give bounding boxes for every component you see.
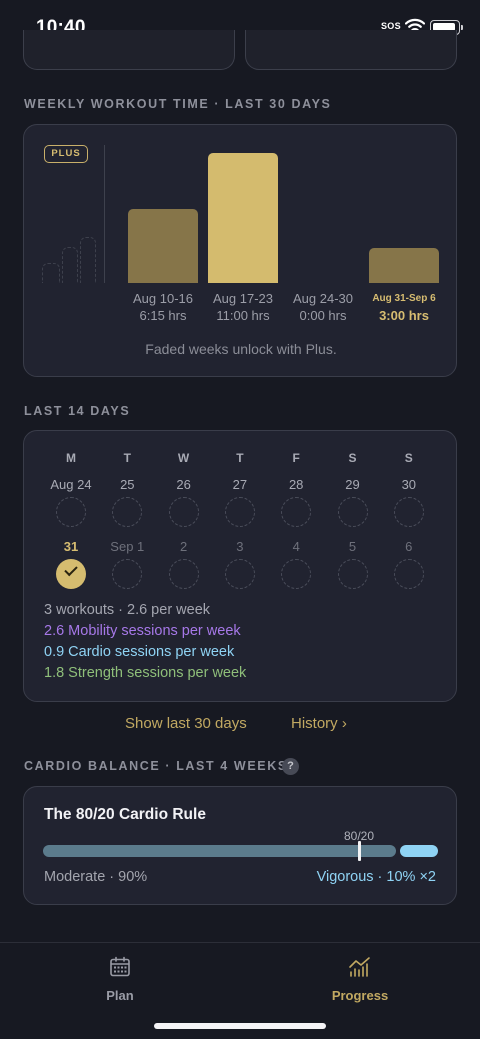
day-circle[interactable] xyxy=(56,497,86,527)
tab-plan-label: Plan xyxy=(106,988,134,1003)
moderate-bar xyxy=(43,845,396,857)
moderate-label: Moderate · 90% xyxy=(44,869,148,885)
calendar-date: Aug 24 xyxy=(50,477,92,492)
week-date: Aug 24-30 xyxy=(293,291,353,306)
checkmark-icon xyxy=(64,562,78,577)
home-indicator xyxy=(154,1023,326,1029)
day-circle[interactable] xyxy=(337,497,368,527)
weekly-section-title: WEEKLY WORKOUT TIME · LAST 30 DAYS xyxy=(24,97,332,111)
week-bar[interactable] xyxy=(208,153,278,283)
locked-bar xyxy=(80,237,96,283)
tab-plan[interactable]: Plan xyxy=(60,955,180,1003)
day-circle[interactable] xyxy=(281,497,312,527)
week-bar-label: Aug 17-23 11:00 hrs xyxy=(203,290,283,324)
calendar-date: 30 xyxy=(401,477,417,492)
summary-card-left[interactable] xyxy=(23,30,235,70)
day-circle[interactable] xyxy=(168,559,199,589)
calendar-icon xyxy=(108,956,132,983)
vigorous-bar xyxy=(400,845,438,857)
week-date: Aug 17-23 xyxy=(213,291,273,306)
calendar-date: 25 xyxy=(120,477,135,492)
calendar-date: 26 xyxy=(176,477,191,492)
week-bar-label: Aug 10-16 6:15 hrs xyxy=(123,290,203,324)
cardio-stat: 0.9 Cardio sessions per week xyxy=(44,644,235,660)
plus-badge[interactable]: PLUS xyxy=(44,145,88,163)
calendar-date: 3 xyxy=(236,539,244,554)
locked-bar xyxy=(62,247,78,283)
chart-icon xyxy=(348,957,372,983)
day-circle[interactable] xyxy=(224,497,255,527)
week-bar-label: Aug 31-Sep 6 3:00 hrs xyxy=(364,290,444,324)
weekly-chart-card: PLUS Aug 10-16 6:15 hrs Aug 17-23 11:00 hrs… xyxy=(23,124,457,377)
vigorous-label: Vigorous · 10% ×2 xyxy=(316,869,436,885)
tab-progress-label: Progress xyxy=(331,988,389,1003)
show-30-days-button[interactable]: Show last 30 days xyxy=(125,715,247,732)
day-circle[interactable] xyxy=(112,497,143,527)
cardio-balance-section-title: CARDIO BALANCE · LAST 4 WEEKS xyxy=(24,759,288,773)
last14-section-title: LAST 14 DAYS xyxy=(24,404,131,418)
day-circle[interactable] xyxy=(281,559,312,589)
week-hours: 3:00 hrs xyxy=(379,308,429,323)
weekday-label: W xyxy=(177,451,190,465)
help-icon[interactable]: ? xyxy=(282,758,299,775)
workout-summary: 3 workouts · 2.6 per week xyxy=(44,602,211,618)
week-hours: 6:15 hrs xyxy=(139,308,187,323)
progress-screen: 10:40 SOS WEEKLY WORKOUT TIME · LAST 30 … xyxy=(0,0,480,1039)
calendar-date: 27 xyxy=(232,477,248,492)
day-circle[interactable] xyxy=(112,559,143,589)
calendar-date: 4 xyxy=(292,539,300,554)
calendar-date: 31 xyxy=(63,539,79,554)
strength-stat: 1.8 Strength sessions per week xyxy=(44,665,247,681)
weekday-label: S xyxy=(404,451,413,465)
calendar-date: 29 xyxy=(345,477,360,492)
weekday-label: M xyxy=(66,451,76,465)
locked-bar xyxy=(42,263,60,283)
calendar-date: 2 xyxy=(179,539,188,554)
day-circle[interactable] xyxy=(224,559,255,589)
weekday-label: F xyxy=(292,451,300,465)
week-date: Aug 10-16 xyxy=(133,291,193,306)
day-circle[interactable] xyxy=(393,559,424,589)
summary-card-right[interactable] xyxy=(245,30,457,70)
calendar-date: 6 xyxy=(405,539,413,554)
calendar-date: 5 xyxy=(348,539,357,554)
week-bar-label: Aug 24-30 0:00 hrs xyxy=(283,290,363,324)
unlock-note: Faded weeks unlock with Plus. xyxy=(145,341,337,357)
day-circle[interactable] xyxy=(393,497,424,527)
mobility-stat: 2.6 Mobility sessions per week xyxy=(44,623,241,639)
calendar-date: Sep 1 xyxy=(110,539,145,554)
week-date: Aug 31-Sep 6 xyxy=(372,293,436,304)
week-hours: 11:00 hrs xyxy=(216,308,270,323)
week-bar[interactable] xyxy=(128,209,198,283)
tab-progress[interactable]: Progress xyxy=(300,955,420,1003)
week-bar[interactable] xyxy=(369,248,439,283)
chart-divider xyxy=(104,145,105,283)
calendar-date: 28 xyxy=(288,477,304,492)
completed-day-circle[interactable] xyxy=(56,559,86,589)
day-circle[interactable] xyxy=(337,559,368,589)
day-circle[interactable] xyxy=(168,497,199,527)
locked-weeks-preview[interactable] xyxy=(42,225,98,283)
cardio-rule-title: The 80/20 Cardio Rule xyxy=(44,806,206,823)
last14-card: M T W T F S S Aug 24 25 26 27 28 29 30 31 Sep 1 2 3 4 5 6 3 … xyxy=(23,430,457,702)
history-link[interactable]: History › xyxy=(291,715,347,732)
weekday-label: T xyxy=(236,451,244,465)
weekday-label: T xyxy=(123,451,131,465)
target-marker xyxy=(358,841,361,861)
cardio-rule-card[interactable]: The 80/20 Cardio Rule 80/20 Moderate · 9… xyxy=(23,786,457,905)
weekday-label: S xyxy=(348,451,357,465)
week-hours: 0:00 hrs xyxy=(299,308,347,323)
